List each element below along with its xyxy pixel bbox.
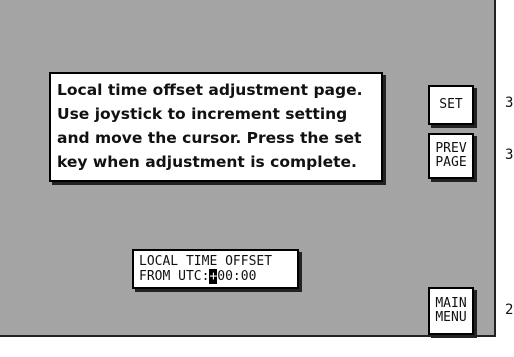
main-menu-label-line2: MENU: [435, 310, 467, 325]
instruction-line-2: Use joystick to increment setting: [57, 105, 348, 123]
main-menu-key-number: 2: [505, 302, 514, 318]
display-screen: Local time offset adjustment page. Use j…: [0, 0, 496, 337]
main-menu-button[interactable]: MAIN MENU: [428, 287, 474, 335]
set-key-number: 3: [505, 95, 514, 111]
local-time-offset-field[interactable]: LOCAL TIME OFFSET FROM UTC:+00:00: [132, 249, 299, 289]
offset-value: 00:00: [217, 269, 257, 284]
offset-value-line: FROM UTC:+00:00: [139, 269, 297, 284]
prev-page-label-line2: PAGE: [435, 155, 467, 170]
instruction-line-4: key when adjustment is complete.: [57, 153, 357, 171]
offset-label: LOCAL TIME OFFSET: [139, 254, 273, 269]
prev-page-button[interactable]: PREV PAGE: [428, 133, 474, 179]
offset-prefix: FROM UTC:: [139, 269, 210, 284]
set-button-label: SET: [439, 97, 463, 112]
instruction-line-1: Local time offset adjustment page.: [57, 81, 363, 99]
prev-page-label-line1: PREV: [435, 141, 467, 156]
instruction-message-box: Local time offset adjustment page. Use j…: [49, 72, 383, 182]
instruction-line-3: and move the cursor. Press the set: [57, 129, 362, 147]
prev-page-key-number: 3: [505, 147, 514, 163]
main-menu-label-line1: MAIN: [435, 296, 467, 311]
set-button[interactable]: SET: [428, 85, 474, 125]
